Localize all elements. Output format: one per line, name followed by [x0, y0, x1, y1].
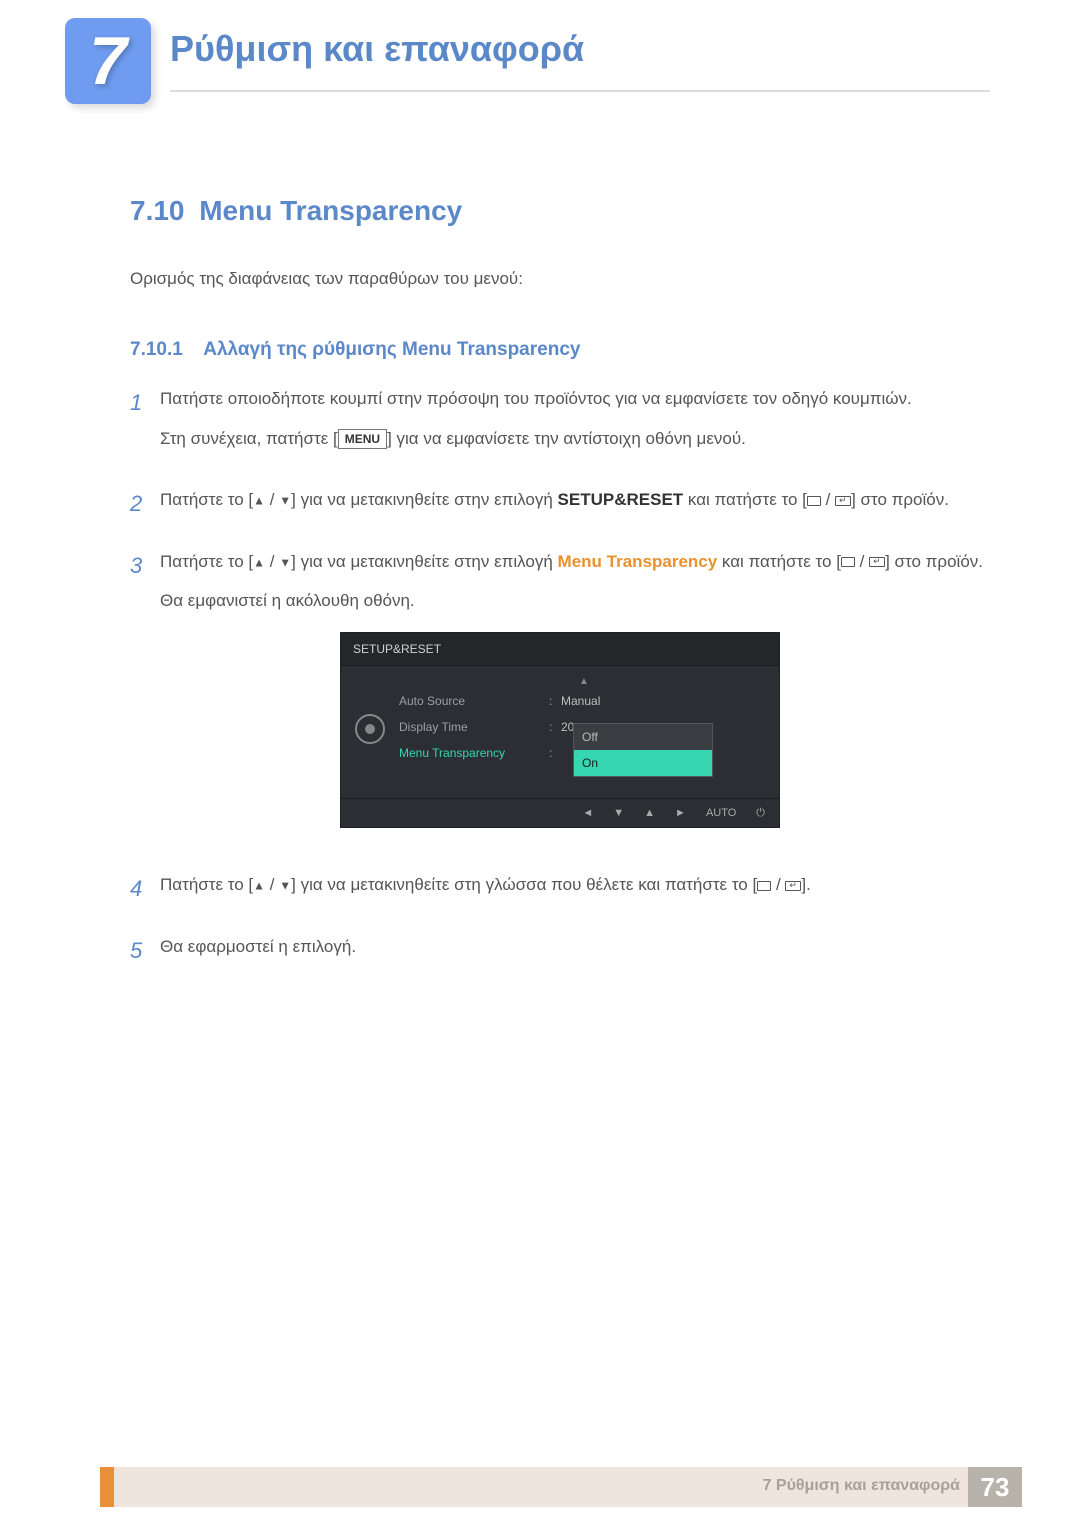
osd-knob-icon — [351, 674, 389, 784]
step-1-p1: Πατήστε οποιοδήποτε κουμπί στην πρόσοψη … — [160, 386, 986, 412]
step-4-text: Πατήστε το [▲ / ▼] για να μετακινηθείτε … — [160, 872, 986, 898]
menu-transparency-label: Menu Transparency — [558, 552, 718, 571]
step-4: 4 Πατήστε το [▲ / ▼] για να μετακινηθείτ… — [130, 872, 986, 912]
page-footer: 7 Ρύθμιση και επαναφορά 73 — [0, 1467, 1080, 1515]
osd-title: SETUP&RESET — [341, 633, 779, 666]
subsection-title: Αλλαγή της ρύθμισης Menu Transparency — [203, 339, 580, 360]
content-area: 7.10 Menu Transparency Ορισμός της διαφά… — [0, 110, 1080, 973]
osd-screenshot: SETUP&RESET ▲ Auto Source : Manual — [340, 632, 780, 829]
step-3-text: Πατήστε το [▲ / ▼] για να μετακινηθείτε … — [160, 549, 986, 575]
up-icon: ▲ — [253, 555, 265, 569]
footer-text: 7 Ρύθμιση και επαναφορά — [763, 1477, 960, 1495]
down-icon: ▼ — [279, 555, 291, 569]
osd-dropdown: Off On — [573, 723, 713, 777]
section-title: Menu Transparency — [199, 195, 462, 226]
osd-footer-down-icon: ▼ — [613, 805, 624, 822]
step-number: 3 — [130, 549, 160, 851]
rect-icon — [757, 881, 771, 891]
osd-footer-up-icon: ▲ — [644, 805, 655, 822]
osd-footer-auto: AUTO — [706, 805, 736, 822]
osd-row-auto-source: Auto Source : Manual — [399, 688, 769, 714]
osd-option-off: Off — [574, 724, 712, 750]
down-icon: ▼ — [279, 879, 291, 893]
up-icon: ▲ — [253, 494, 265, 508]
rect-icon — [807, 496, 821, 506]
header-divider — [170, 90, 990, 92]
section-intro: Ορισμός της διαφάνειας των παραθύρων του… — [130, 266, 986, 292]
chapter-title: Ρύθμιση και επαναφορά — [170, 28, 584, 70]
subsection-heading: 7.10.1 Αλλαγή της ρύθμισης Menu Transpar… — [130, 336, 986, 365]
footer-accent — [100, 1467, 114, 1507]
down-icon: ▼ — [279, 494, 291, 508]
step-2: 2 Πατήστε το [▲ / ▼] για να μετακινηθείτ… — [130, 487, 986, 527]
osd-up-arrow-icon: ▲ — [399, 674, 769, 688]
step-1-p2: Στη συνέχεια, πατήστε [MENU] για να εμφα… — [160, 426, 986, 452]
setup-reset-label: SETUP&RESET — [558, 490, 684, 509]
footer-page-number: 73 — [968, 1467, 1022, 1507]
step-number: 4 — [130, 872, 160, 912]
chapter-badge: 7 — [65, 18, 151, 104]
enter-icon — [835, 496, 851, 506]
step-1: 1 Πατήστε οποιοδήποτε κουμπί στην πρόσοψ… — [130, 386, 986, 465]
osd-footer-right-icon: ► — [675, 805, 686, 822]
menu-key-icon: MENU — [338, 429, 387, 449]
enter-icon — [785, 881, 801, 891]
step-number: 2 — [130, 487, 160, 527]
osd-option-on: On — [574, 750, 712, 776]
osd-footer-left-icon: ◄ — [582, 805, 593, 822]
section-heading: 7.10 Menu Transparency — [130, 190, 986, 232]
subsection-number: 7.10.1 — [130, 339, 183, 360]
section-number: 7.10 — [130, 195, 185, 226]
enter-icon — [869, 557, 885, 567]
rect-icon — [841, 557, 855, 567]
chapter-number: 7 — [89, 22, 127, 100]
osd-footer-power-icon: ⏻ — [756, 805, 765, 822]
step-number: 5 — [130, 934, 160, 974]
page-header: 7 Ρύθμιση και επαναφορά — [0, 0, 1080, 110]
step-5-text: Θα εφαρμοστεί η επιλογή. — [160, 934, 986, 960]
up-icon: ▲ — [253, 879, 265, 893]
step-5: 5 Θα εφαρμοστεί η επιλογή. — [130, 934, 986, 974]
step-number: 1 — [130, 386, 160, 465]
step-3-after: Θα εμφανιστεί η ακόλουθη οθόνη. — [160, 588, 986, 614]
step-3: 3 Πατήστε το [▲ / ▼] για να μετακινηθείτ… — [130, 549, 986, 851]
step-2-text: Πατήστε το [▲ / ▼] για να μετακινηθείτε … — [160, 487, 986, 513]
steps-list: 1 Πατήστε οποιοδήποτε κουμπί στην πρόσοψ… — [130, 386, 986, 973]
osd-footer: ◄ ▼ ▲ ► AUTO ⏻ — [341, 798, 779, 822]
